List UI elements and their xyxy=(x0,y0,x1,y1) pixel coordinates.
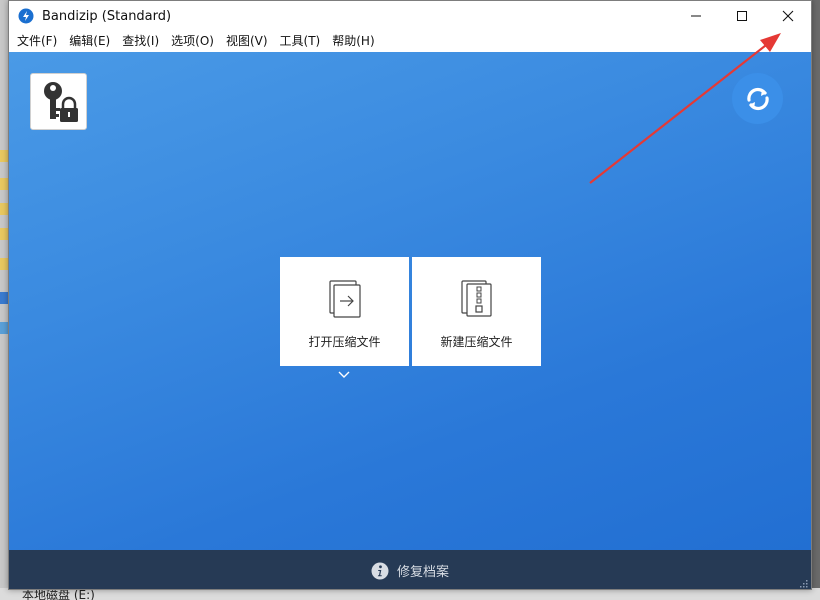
refresh-button[interactable] xyxy=(732,73,783,124)
refresh-icon xyxy=(746,87,769,110)
new-archive-label: 新建压缩文件 xyxy=(440,335,513,349)
open-archive-label: 打开压缩文件 xyxy=(308,335,381,349)
desktop-folder-icon xyxy=(0,228,8,240)
bandizip-icon xyxy=(18,8,34,24)
resize-grip-icon[interactable] xyxy=(798,578,808,588)
minimize-button[interactable] xyxy=(673,1,719,31)
menu-tools[interactable]: 工具(T) xyxy=(274,31,327,52)
maximize-button[interactable] xyxy=(719,1,765,31)
desktop-folder-icon xyxy=(0,203,8,215)
menu-file[interactable]: 文件(F) xyxy=(11,31,63,52)
desktop-folder-icon xyxy=(0,150,8,162)
close-button[interactable] xyxy=(765,1,811,31)
main-panel: 打开压缩文件 新建压缩文件 xyxy=(9,52,811,550)
window-title: Bandizip (Standard) xyxy=(42,8,172,24)
menu-help[interactable]: 帮助(H) xyxy=(326,31,380,52)
title-bar[interactable]: Bandizip (Standard) xyxy=(9,1,811,31)
window-controls xyxy=(673,1,811,31)
password-manager-button[interactable] xyxy=(30,73,87,130)
open-archive-tile[interactable]: 打开压缩文件 xyxy=(280,257,409,366)
desktop-drive-icon xyxy=(0,322,8,334)
repair-archive-bar[interactable]: 修复档案 xyxy=(9,550,811,589)
chevron-down-icon[interactable] xyxy=(337,370,351,380)
menu-find[interactable]: 查找(I) xyxy=(116,31,165,52)
close-icon xyxy=(782,10,794,22)
new-archive-tile[interactable]: 新建压缩文件 xyxy=(412,257,541,366)
menu-edit[interactable]: 编辑(E) xyxy=(63,31,116,52)
open-archive-icon xyxy=(328,280,361,318)
menu-options[interactable]: 选项(O) xyxy=(165,31,220,52)
menu-view[interactable]: 视图(V) xyxy=(220,31,274,52)
desktop-drive-icon xyxy=(0,292,8,304)
info-icon xyxy=(371,562,389,579)
maximize-icon xyxy=(737,11,747,21)
new-archive-icon xyxy=(460,280,492,317)
desktop-folder-icon xyxy=(0,258,8,270)
bandizip-window: Bandizip (Standard) 文件(F) 编辑(E) 查找(I) 选项… xyxy=(8,0,812,590)
minimize-icon xyxy=(691,15,701,17)
key-lock-icon xyxy=(43,81,78,122)
repair-archive-label: 修复档案 xyxy=(396,565,449,580)
desktop-folder-icon xyxy=(0,178,8,190)
menu-bar: 文件(F) 编辑(E) 查找(I) 选项(O) 视图(V) 工具(T) 帮助(H… xyxy=(9,31,811,52)
